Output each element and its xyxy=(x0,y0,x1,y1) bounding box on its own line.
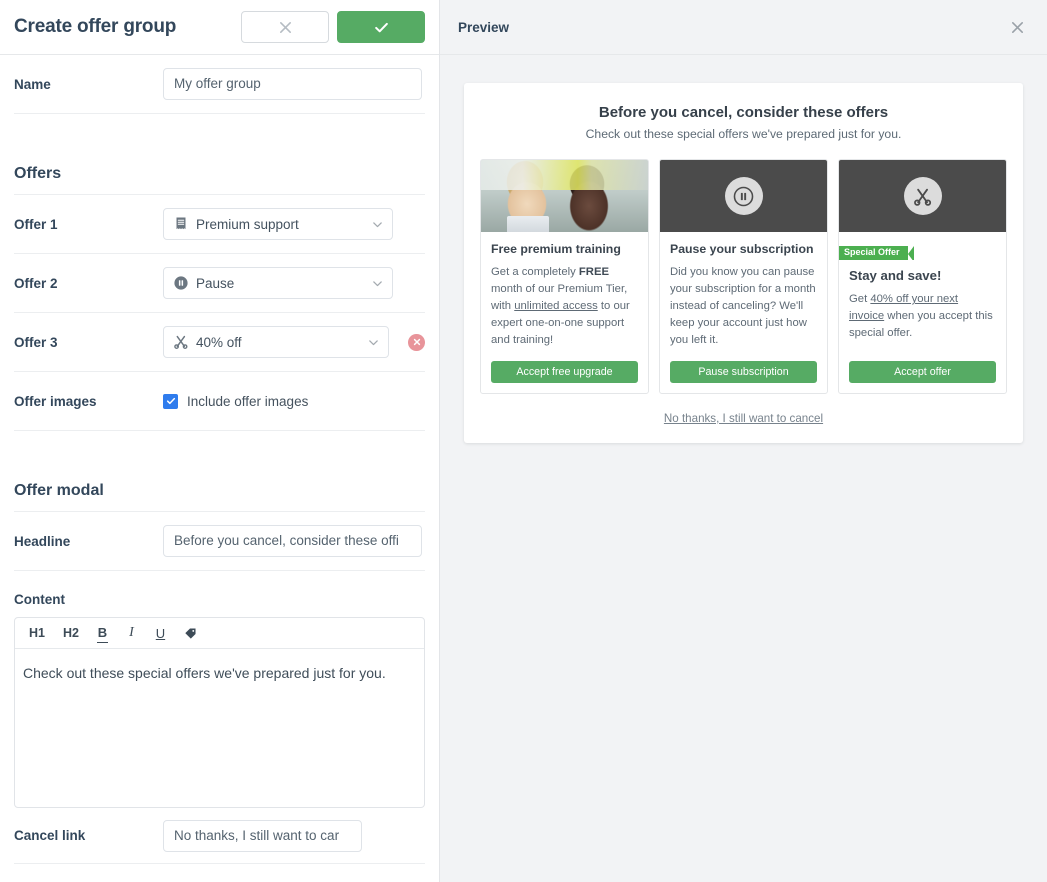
form-header: Create offer group xyxy=(0,0,439,55)
offer-card: Free premium training Get a completely F… xyxy=(480,159,649,394)
toolbar-underline-button[interactable]: U xyxy=(155,623,166,643)
offer-card-title: Free premium training xyxy=(491,242,621,256)
offer-1-value: Premium support xyxy=(196,216,299,232)
offer-3-select[interactable]: 40% off xyxy=(163,326,390,358)
preview-title: Preview xyxy=(458,19,510,35)
offer-2-select[interactable]: Pause xyxy=(163,267,393,299)
offer-card-image xyxy=(839,160,1006,232)
pause-circle-icon xyxy=(724,177,763,215)
headline-input[interactable]: Before you cancel, consider these offi xyxy=(163,525,422,557)
save-button[interactable] xyxy=(337,11,425,43)
check-icon xyxy=(166,397,175,405)
page-title: Create offer group xyxy=(14,16,177,37)
chevron-down-icon xyxy=(369,339,379,345)
offer-2-label: Offer 2 xyxy=(14,275,58,291)
cancel-button[interactable] xyxy=(241,11,329,43)
text-run-underline: unlimited access xyxy=(514,299,598,312)
checkbox-label: Include offer images xyxy=(187,393,309,409)
offer-1-select[interactable]: Premium support xyxy=(163,208,393,240)
delete-offer-3-button[interactable] xyxy=(408,333,425,351)
content-textarea[interactable]: Check out these special offers we've pre… xyxy=(15,649,424,683)
offer-card-text: Get 40% off your next invoice when you a… xyxy=(849,291,996,342)
offer-modal-preview: Before you cancel, consider these offers… xyxy=(464,83,1023,443)
chevron-down-icon xyxy=(373,280,382,286)
headline-row: Headline Before you cancel, consider the… xyxy=(14,512,425,571)
offer-cards: Free premium training Get a completely F… xyxy=(480,159,1007,394)
content-editor: H1 H2 B I U Check out these special offe… xyxy=(14,617,425,808)
app-root: Create offer group Name My offer group O… xyxy=(0,0,1047,882)
checkbox-box xyxy=(163,393,178,409)
offer-2-value: Pause xyxy=(196,275,235,291)
close-icon xyxy=(279,21,291,33)
modal-subheadline: Check out these special offers we've pre… xyxy=(585,127,902,141)
form-body: Name My offer group Offers Offer 1 Premi… xyxy=(0,55,439,864)
scissors-icon xyxy=(903,177,942,215)
offer-card: Pause your subscription Did you know you… xyxy=(659,159,828,394)
cancel-link-row: Cancel link No thanks, I still want to c… xyxy=(14,808,425,863)
offer-group-form-panel: Create offer group Name My offer group O… xyxy=(0,0,440,882)
name-input[interactable]: My offer group xyxy=(163,68,422,100)
offer-card-title: Pause your subscription xyxy=(670,242,814,256)
offer-card-body: Special Offer Stay and save! Get 40% off… xyxy=(839,232,1006,349)
divider xyxy=(14,863,425,864)
offer-3-value: 40% off xyxy=(196,334,242,350)
offer-card-title: Stay and save! xyxy=(849,268,942,284)
offer-card-button[interactable]: Accept offer xyxy=(849,360,996,383)
toolbar-italic-button[interactable]: I xyxy=(126,623,137,643)
special-offer-badge: Special Offer xyxy=(839,245,914,262)
offer-card-text: Did you know you can pause your subscrip… xyxy=(670,266,816,346)
editor-toolbar: H1 H2 B I U xyxy=(15,618,424,649)
check-icon xyxy=(374,22,388,32)
include-offer-images-checkbox[interactable]: Include offer images xyxy=(163,393,309,409)
modal-headline: Before you cancel, consider these offers xyxy=(598,104,889,121)
offer-1-row: Offer 1 Premium support xyxy=(14,195,425,254)
offer-card-body: Pause your subscription Did you know you… xyxy=(660,232,827,349)
toolbar-h2-button[interactable]: H2 xyxy=(63,623,79,643)
toolbar-tag-button[interactable] xyxy=(184,623,197,643)
close-icon xyxy=(413,338,420,346)
text-run: Get xyxy=(849,293,871,306)
chevron-down-icon xyxy=(373,221,382,227)
offers-section-heading: Offers xyxy=(14,139,425,195)
offer-images-row: Offer images Include offer images xyxy=(14,372,425,431)
offer-card-button[interactable]: Pause subscription xyxy=(670,360,817,383)
offer-1-label: Offer 1 xyxy=(14,216,58,232)
cancel-link-input[interactable]: No thanks, I still want to car xyxy=(163,819,362,852)
offer-modal-section-heading: Offer modal xyxy=(14,456,425,512)
toolbar-h1-button[interactable]: H1 xyxy=(29,623,45,643)
text-run: Get a completely xyxy=(491,266,579,278)
offer-card-button[interactable]: Accept free upgrade xyxy=(491,360,638,383)
offer-card-image xyxy=(660,160,827,232)
modal-cancel-link[interactable]: No thanks, I still want to cancel xyxy=(480,412,1007,425)
name-label: Name xyxy=(14,76,51,92)
offer-images-label: Offer images xyxy=(14,393,97,409)
headline-label: Headline xyxy=(14,533,71,549)
offer-card-text: Get a completely FREE month of our Premi… xyxy=(491,264,638,349)
offer-card-body: Free premium training Get a completely F… xyxy=(481,232,648,349)
cancel-link-label: Cancel link xyxy=(14,828,86,843)
preview-header: Preview xyxy=(440,0,1047,55)
receipt-icon xyxy=(173,216,189,232)
content-label: Content xyxy=(14,592,65,607)
tag-icon xyxy=(185,628,196,639)
toolbar-bold-button[interactable]: B xyxy=(96,623,108,643)
offer-card-image xyxy=(481,160,648,232)
offer-2-row: Offer 2 Pause xyxy=(14,254,425,313)
offer-3-row: Offer 3 40% off xyxy=(14,313,425,372)
offer-3-label: Offer 3 xyxy=(14,334,58,350)
preview-panel: Preview Before you cancel, consider thes… xyxy=(440,0,1047,882)
close-preview-button[interactable] xyxy=(1010,20,1025,35)
scissors-icon xyxy=(173,334,189,350)
name-row: Name My offer group xyxy=(14,55,425,114)
pause-circle-icon xyxy=(173,275,189,291)
offer-card: Special Offer Stay and save! Get 40% off… xyxy=(838,159,1007,394)
text-run-bold: FREE xyxy=(578,266,610,278)
